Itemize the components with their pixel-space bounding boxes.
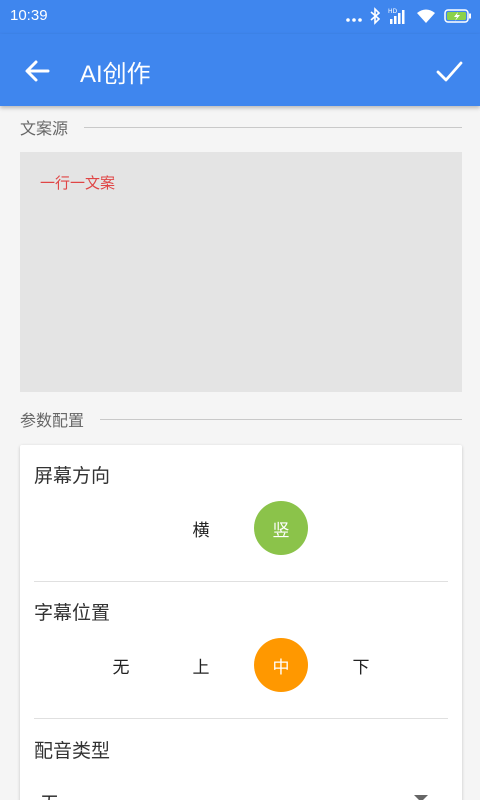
chevron-down-icon[interactable] <box>414 795 428 800</box>
params-card: 屏幕方向 横 竖 字幕位置 无 上 中 下 配音类型 无 <box>20 445 462 800</box>
params-section-label: 参数配置 <box>20 411 85 430</box>
subtitle-option-none[interactable]: 无 <box>94 638 148 692</box>
more-dots-icon <box>346 18 362 22</box>
params-section-header: 参数配置 <box>20 408 462 430</box>
subtitle-position-title: 字幕位置 <box>34 602 111 624</box>
screen-orientation-title: 屏幕方向 <box>34 465 111 487</box>
app-bar: AI创作 <box>0 34 480 106</box>
source-text-placeholder: 一行一文案 <box>40 174 116 192</box>
orientation-option-landscape[interactable]: 横 <box>174 501 228 555</box>
divider <box>34 718 448 719</box>
battery-charging-icon <box>444 9 471 23</box>
arrow-back-icon[interactable] <box>22 56 52 86</box>
divider <box>34 581 448 582</box>
source-text-input[interactable]: 一行一文案 <box>20 152 462 392</box>
orientation-option-portrait[interactable]: 竖 <box>254 501 308 555</box>
source-section-header: 文案源 <box>20 116 462 138</box>
status-time: 10:39 <box>10 7 48 24</box>
bluetooth-icon <box>370 7 380 25</box>
status-icons: HD <box>346 7 472 25</box>
subtitle-option-middle[interactable]: 中 <box>254 638 308 692</box>
source-section-label: 文案源 <box>20 119 69 138</box>
divider <box>100 418 462 420</box>
wifi-icon <box>417 9 435 23</box>
hd-signal-icon: HD <box>388 8 405 24</box>
divider <box>84 126 462 128</box>
voice-type-title: 配音类型 <box>34 740 111 762</box>
status-bar: 10:39 HD <box>0 0 480 34</box>
svg-text:HD: HD <box>388 8 398 15</box>
subtitle-option-bottom[interactable]: 下 <box>334 638 388 692</box>
voice-type-select[interactable]: 无 <box>40 789 59 800</box>
check-icon[interactable] <box>434 56 464 86</box>
subtitle-option-top[interactable]: 上 <box>174 638 228 692</box>
page-title: AI创作 <box>80 61 151 88</box>
